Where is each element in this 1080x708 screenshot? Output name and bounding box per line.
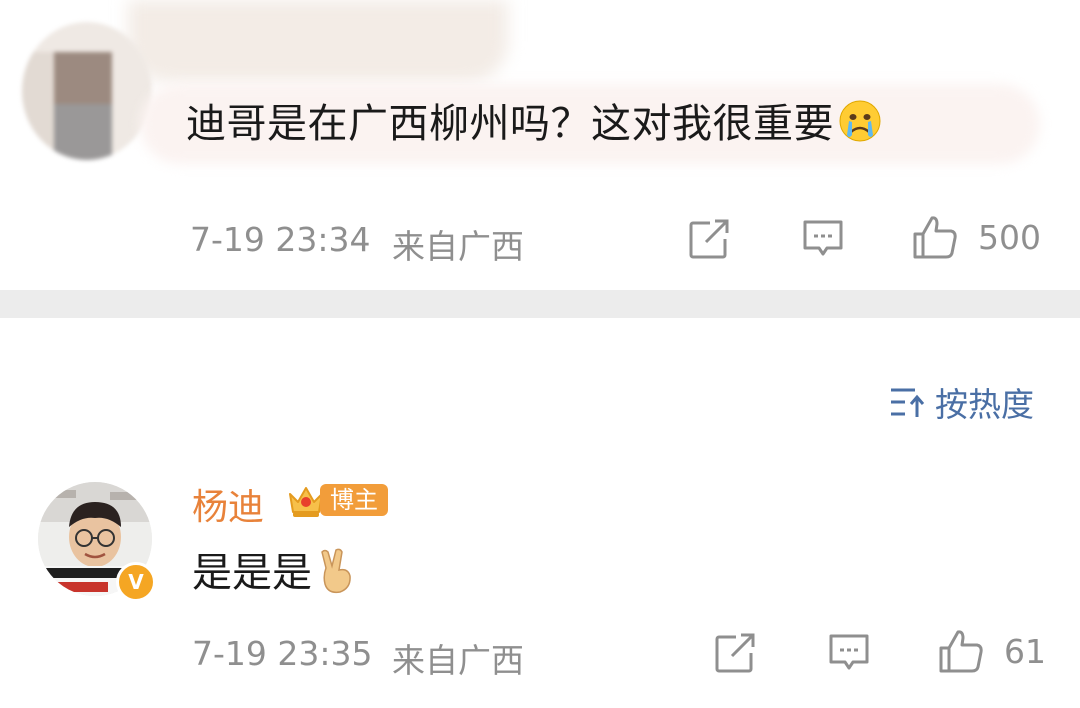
badge-label: 博主 — [320, 484, 388, 516]
reply-text: 是是是 — [192, 550, 312, 596]
comment-text-line: 迪哥是在广西柳州吗？这对我很重要 — [186, 96, 882, 152]
share-icon — [689, 219, 730, 259]
thumbs-up-icon — [913, 216, 957, 259]
author-badge: 博主 — [286, 480, 388, 520]
original-comment: 迪哥是在广西柳州吗？这对我很重要 7-19 23:34 来自广西 500 — [0, 0, 1080, 290]
comment-text: 迪哥是在广西柳州吗？这对我很重要 — [186, 101, 834, 147]
reply-comment-button[interactable] — [828, 632, 870, 674]
comment-button[interactable] — [802, 218, 844, 260]
comment-icon — [803, 220, 843, 256]
sort-icon — [891, 388, 925, 417]
reply-text-line: 是是是 — [192, 540, 356, 604]
reply-repost-button[interactable] — [714, 632, 756, 674]
verified-badge: V — [116, 562, 156, 602]
sort-by-hot-button[interactable]: 按热度 — [889, 378, 1034, 426]
reply-like-count: 61 — [1004, 631, 1046, 671]
like-button[interactable]: 500 — [912, 214, 1041, 260]
comment-icon — [829, 634, 869, 670]
section-divider — [0, 290, 1080, 318]
thumbs-up-icon — [939, 630, 983, 673]
victory-hand-icon — [316, 548, 356, 604]
blurred-avatar[interactable] — [22, 22, 152, 160]
reply-location: 来自广西 — [392, 641, 524, 680]
share-icon — [715, 633, 756, 673]
blurred-username — [128, 0, 508, 82]
like-count: 500 — [978, 217, 1041, 257]
sort-label: 按热度 — [935, 385, 1034, 424]
repost-button[interactable] — [688, 218, 730, 260]
reply-author-name[interactable]: 杨迪 — [192, 478, 264, 530]
crying-face-icon — [838, 99, 882, 143]
comment-location: 来自广西 — [392, 227, 524, 266]
reply-timestamp: 7-19 23:35 — [192, 634, 373, 673]
comment-timestamp: 7-19 23:34 — [190, 220, 371, 259]
reply-like-button[interactable]: 61 — [938, 628, 1046, 674]
